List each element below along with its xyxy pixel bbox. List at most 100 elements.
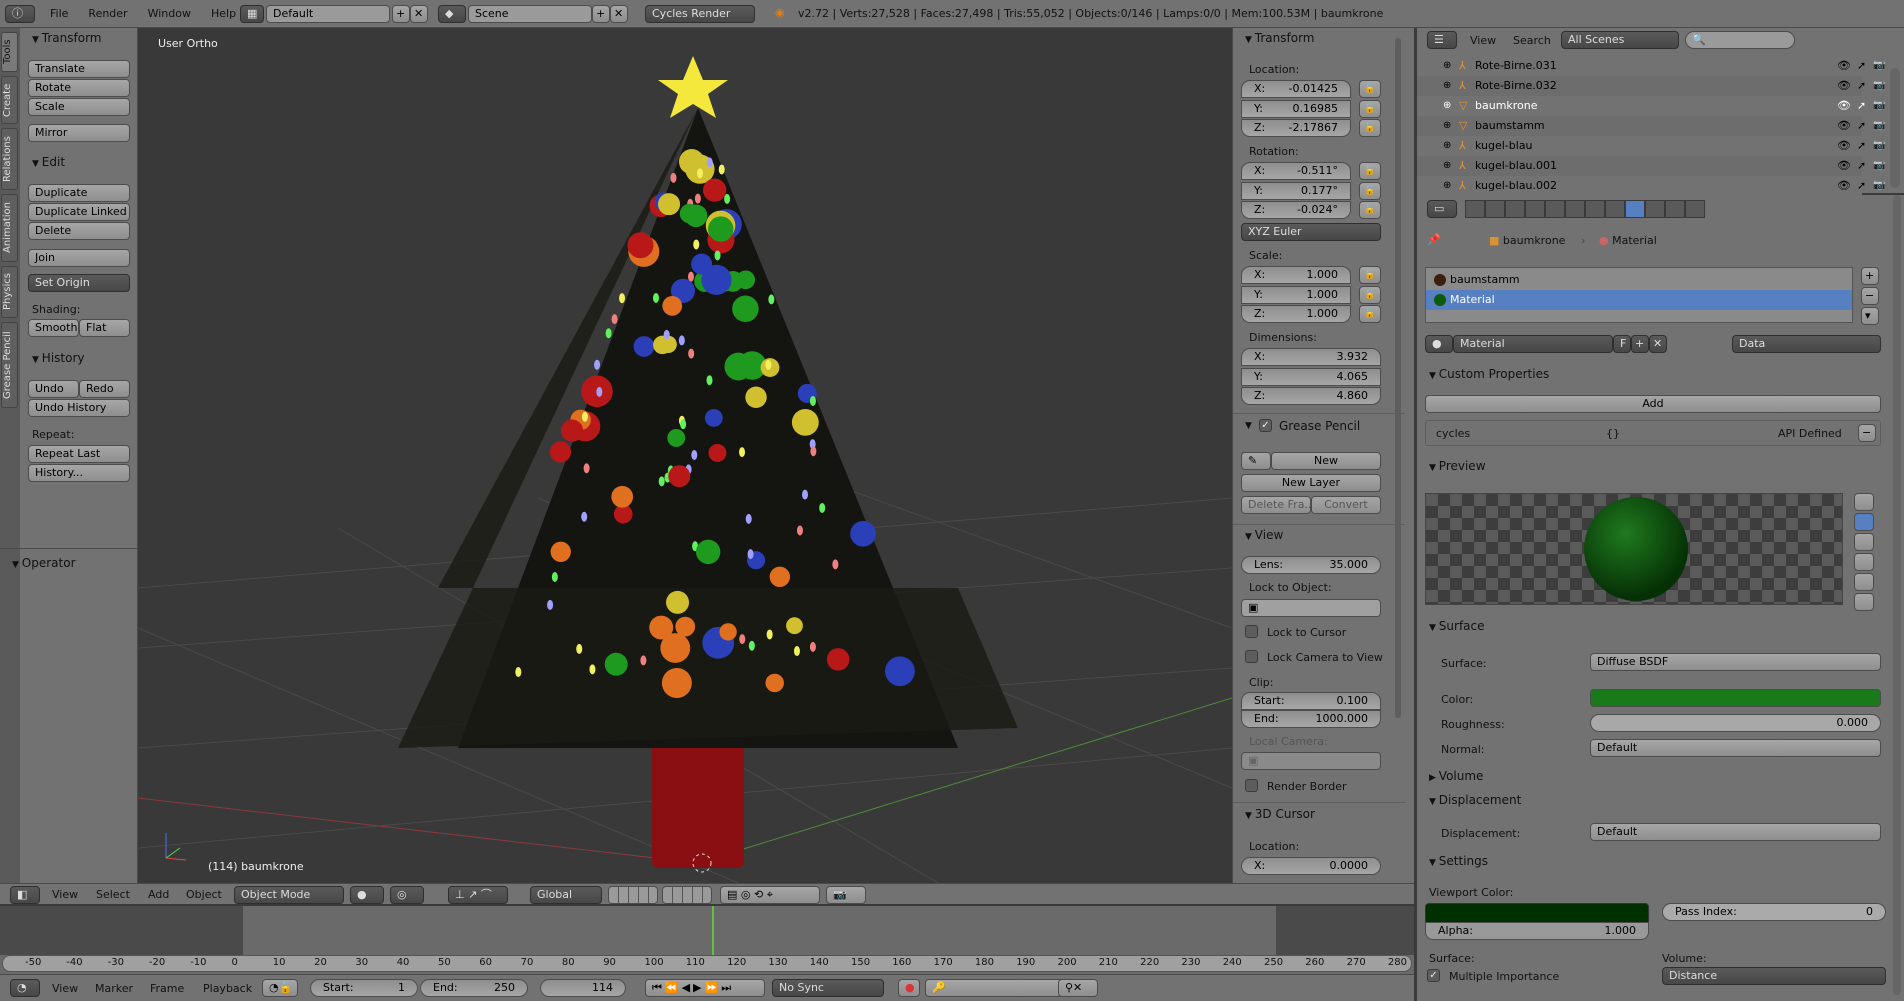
visibility-eye-icon[interactable]: 👁 <box>1837 96 1851 116</box>
expand-icon[interactable]: ⊕ <box>1443 116 1451 136</box>
3d-menu-select[interactable]: Select <box>96 888 130 901</box>
history-button[interactable]: History... <box>28 464 130 482</box>
prop-remove-button[interactable]: − <box>1858 424 1876 442</box>
visibility-eye-icon[interactable]: 👁 <box>1837 76 1851 96</box>
tab-data-icon[interactable] <box>1605 200 1625 218</box>
material-link-select[interactable]: Data <box>1732 335 1881 353</box>
lens-field[interactable]: Lens: 35.000 <box>1241 556 1381 574</box>
visibility-eye-icon[interactable]: 👁 <box>1837 176 1851 196</box>
normal-select[interactable]: Default <box>1590 739 1881 757</box>
scene-remove-button[interactable]: ✕ <box>610 5 628 23</box>
redo-button[interactable]: Redo <box>79 380 130 398</box>
renderable-camera-icon[interactable]: 📷 <box>1873 116 1885 136</box>
render-border-checkbox[interactable] <box>1245 779 1258 792</box>
pivot-select[interactable]: ◎ <box>390 886 424 904</box>
undo-button[interactable]: Undo <box>28 380 79 398</box>
displacement-header[interactable]: Displacement <box>1429 793 1522 807</box>
visibility-eye-icon[interactable]: 👁 <box>1837 136 1851 156</box>
tab-create[interactable]: Create <box>1 76 18 124</box>
render-engine-select[interactable]: Cycles Render <box>645 5 755 23</box>
tab-render-layers-icon[interactable] <box>1485 200 1505 218</box>
duplicate-linked-button[interactable]: Duplicate Linked <box>28 203 130 221</box>
outliner-item[interactable]: ⊕ ▽ baumkrone 👁 ➚ 📷 <box>1417 96 1885 116</box>
record-button[interactable]: ● <box>898 979 920 997</box>
renderable-camera-icon[interactable]: 📷 <box>1873 156 1885 176</box>
clip-start-field[interactable]: Start: 0.100 <box>1241 692 1381 710</box>
layout-select[interactable]: Default <box>266 5 390 23</box>
lock-icon[interactable]: 🔓 <box>1359 305 1381 323</box>
preview-range-button[interactable]: ◔🔒 <box>262 979 298 997</box>
renderable-camera-icon[interactable]: 📷 <box>1873 76 1885 96</box>
expand-icon[interactable]: ⊕ <box>1443 136 1451 156</box>
editor-type-button[interactable]: ⓘ <box>5 5 35 23</box>
pass-index-field[interactable]: Pass Index: 0 <box>1662 903 1886 921</box>
alpha-field[interactable]: Alpha: 1.000 <box>1425 922 1649 940</box>
layout-remove-button[interactable]: ✕ <box>410 5 428 23</box>
preview-flat-button[interactable] <box>1854 493 1874 511</box>
custom-props-add-button[interactable]: Add <box>1425 395 1881 413</box>
location-z-field[interactable]: Z: -2.17867 <box>1241 119 1351 137</box>
timeline-menu-view[interactable]: View <box>52 982 78 995</box>
selectable-cursor-icon[interactable]: ➚ <box>1857 76 1866 96</box>
clip-end-field[interactable]: End: 1000.000 <box>1241 710 1381 728</box>
selectable-cursor-icon[interactable]: ➚ <box>1857 136 1866 156</box>
tab-particles-icon[interactable] <box>1665 200 1685 218</box>
timeline-editor-button[interactable]: ◔ <box>10 979 40 997</box>
tab-constraints-icon[interactable] <box>1565 200 1585 218</box>
undo-history-button[interactable]: Undo History <box>28 399 130 417</box>
expand-icon[interactable]: ⊕ <box>1443 176 1451 196</box>
cursor-x-field[interactable]: X: 0.0000 <box>1241 857 1381 875</box>
grease-pencil-header[interactable]: Grease Pencil <box>1279 419 1360 433</box>
outliner-search-menu[interactable]: Search <box>1513 34 1551 47</box>
layers-buttons-2[interactable] <box>662 886 712 904</box>
delete-button[interactable]: Delete <box>28 222 130 240</box>
renderable-camera-icon[interactable]: 📷 <box>1873 96 1885 116</box>
mirror-button[interactable]: Mirror <box>28 124 130 142</box>
end-frame-field[interactable]: End: 250 <box>420 979 528 997</box>
timeline-ruler[interactable]: -50 -40 -30 -20 -10 0 10 20 30 40 50 60 70 80 90 100 110… <box>2 955 1412 972</box>
rotation-z-field[interactable]: Z: -0.024° <box>1241 201 1351 219</box>
join-button[interactable]: Join <box>28 249 130 267</box>
expand-icon[interactable]: ⊕ <box>1443 76 1451 96</box>
rotate-button[interactable]: Rotate <box>28 79 130 97</box>
visibility-eye-icon[interactable]: 👁 <box>1837 116 1851 136</box>
visibility-eye-icon[interactable]: 👁 <box>1837 56 1851 76</box>
layers-buttons-1[interactable] <box>608 886 658 904</box>
preview-header[interactable]: Preview <box>1429 459 1486 473</box>
lock-object-field[interactable]: ▣ <box>1241 599 1381 617</box>
keying-buttons[interactable]: ⚲✕ <box>1058 979 1098 997</box>
outliner-scenes-select[interactable]: All Scenes <box>1561 31 1679 49</box>
location-y-field[interactable]: Y: 0.16985 <box>1241 99 1351 118</box>
slot-specials-button[interactable]: ▾ <box>1861 307 1879 325</box>
preview-sky-button[interactable] <box>1854 593 1874 611</box>
tab-animation[interactable]: Animation <box>1 194 18 262</box>
material-new-button[interactable]: + <box>1631 335 1649 353</box>
settings-header[interactable]: Settings <box>1429 854 1488 868</box>
tab-scene-icon[interactable] <box>1505 200 1525 218</box>
properties-scrollbar[interactable] <box>1893 195 1901 995</box>
lock-icon[interactable]: 🔓 <box>1359 119 1381 137</box>
outliner-item[interactable]: ⊕ ▽ baumstamm 👁 ➚ 📷 <box>1417 116 1885 136</box>
set-origin-select[interactable]: Set Origin <box>28 274 130 292</box>
outliner-item[interactable]: ⊕ ⅄ kugel-blau 👁 ➚ 📷 <box>1417 136 1885 156</box>
tab-world-icon[interactable] <box>1525 200 1545 218</box>
outliner-item[interactable]: ⊕ ⅄ kugel-blau.001 👁 ➚ 📷 <box>1417 156 1885 176</box>
preview-hair-button[interactable] <box>1854 573 1874 591</box>
selectable-cursor-icon[interactable]: ➚ <box>1857 176 1866 196</box>
location-x-field[interactable]: X: -0.01425 <box>1241 80 1351 98</box>
outliner-search-input[interactable]: 🔍 <box>1685 31 1795 49</box>
tab-material-icon[interactable] <box>1625 200 1645 218</box>
renderable-camera-icon[interactable]: 📷 <box>1873 136 1885 156</box>
gp-new-button[interactable]: New <box>1271 452 1381 470</box>
slot-add-button[interactable]: + <box>1861 267 1879 285</box>
menu-file[interactable]: File <box>50 7 68 20</box>
dimensions-y-field[interactable]: Y: 4.065 <box>1241 367 1381 386</box>
color-swatch[interactable] <box>1590 689 1881 707</box>
expand-icon[interactable]: ⊕ <box>1443 96 1451 116</box>
surface-shader-select[interactable]: Diffuse BSDF <box>1590 653 1881 671</box>
sync-select[interactable]: No Sync <box>772 979 884 997</box>
grease-pencil-checkbox[interactable]: ✓ <box>1259 419 1272 432</box>
renderable-camera-icon[interactable]: 📷 <box>1873 56 1885 76</box>
preview-sphere-button[interactable] <box>1854 513 1874 531</box>
pin-icon[interactable]: 📌 <box>1427 233 1441 246</box>
